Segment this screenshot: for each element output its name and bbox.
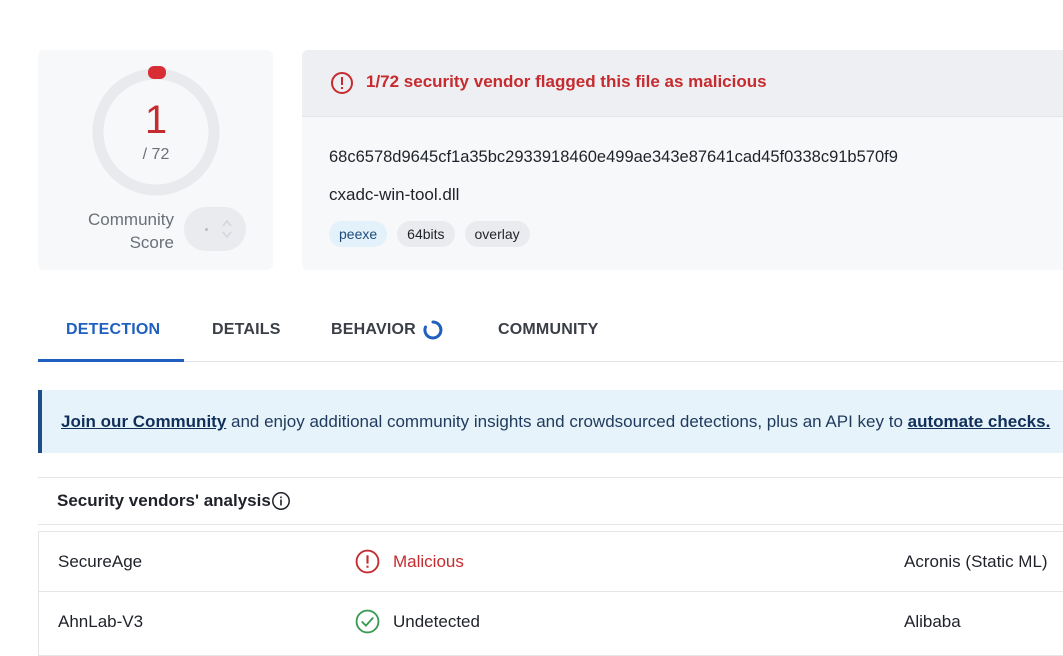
tabs-divider xyxy=(38,361,1063,362)
join-community-link[interactable]: Join our Community xyxy=(61,412,226,431)
detection-total: / 72 xyxy=(142,146,170,163)
file-tags: peexe 64bits overlay xyxy=(329,221,530,247)
alert-circle-icon xyxy=(355,549,380,574)
file-summary-card: 1/72 security vendor flagged this file a… xyxy=(302,50,1063,270)
tab-community[interactable]: COMMUNITY xyxy=(498,321,598,339)
file-name[interactable]: cxadc-win-tool.dll xyxy=(329,185,459,205)
tag-64bits[interactable]: 64bits xyxy=(397,221,455,247)
detection-count: 1 xyxy=(144,98,168,142)
tag-overlay[interactable]: overlay xyxy=(464,221,530,247)
detection-alert-header: 1/72 security vendor flagged this file a… xyxy=(302,50,1063,117)
section-divider xyxy=(38,524,1063,525)
alert-circle-icon xyxy=(331,72,353,94)
file-hash[interactable]: 68c6578d9645cf1a35bc2933918460e499ae343e… xyxy=(329,148,898,167)
check-circle-icon xyxy=(355,609,380,634)
tag-peexe[interactable]: peexe xyxy=(329,221,388,247)
vendor-name: AhnLab-V3 xyxy=(58,612,144,631)
info-icon[interactable] xyxy=(271,491,291,511)
detection-result: Undetected xyxy=(393,612,480,631)
tab-detection[interactable]: DETECTION xyxy=(66,321,160,339)
automate-checks-link[interactable]: automate checks. xyxy=(908,412,1051,431)
updown-arrows-icon xyxy=(222,219,232,239)
vendors-table xyxy=(38,531,1063,656)
tab-behavior[interactable]: BEHAVIOR xyxy=(331,321,416,339)
row-divider xyxy=(38,591,1063,592)
community-score-label: Community Score xyxy=(88,210,174,252)
banner-message: and enjoy additional community insights … xyxy=(226,412,908,431)
vendor-name: Alibaba xyxy=(904,612,961,631)
community-banner: Join our Community and enjoy additional … xyxy=(38,390,1063,453)
active-tab-indicator xyxy=(38,359,184,362)
banner-text: Join our Community and enjoy additional … xyxy=(61,412,1050,432)
detection-alert-text: 1/72 security vendor flagged this file a… xyxy=(366,72,767,91)
tab-details[interactable]: DETAILS xyxy=(212,321,281,339)
vendors-analysis-title: Security vendors' analysis xyxy=(57,491,271,510)
loading-spinner-icon xyxy=(423,320,443,340)
community-vote-toggle[interactable] xyxy=(184,207,246,251)
detection-result: Malicious xyxy=(393,552,464,571)
vendor-name: Acronis (Static ML) xyxy=(904,552,1048,571)
vendor-name: SecureAge xyxy=(58,552,143,571)
section-divider xyxy=(38,477,1063,478)
